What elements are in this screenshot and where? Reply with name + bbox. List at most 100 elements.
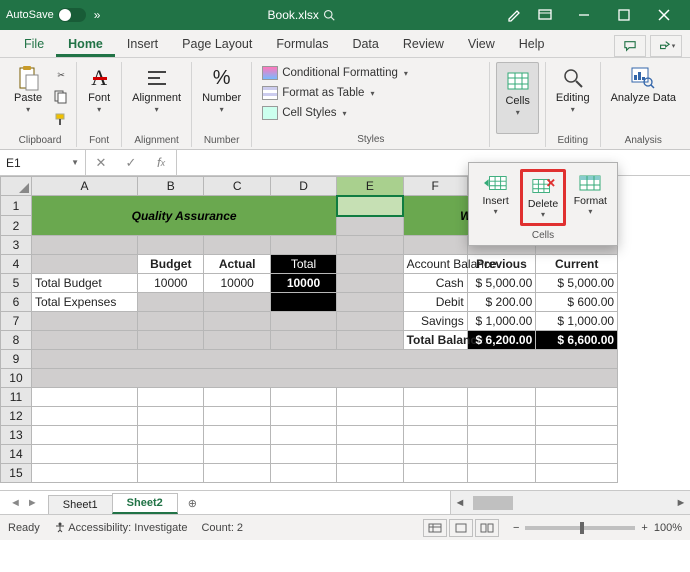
row-header-8[interactable]: 8	[1, 331, 32, 350]
tab-formulas[interactable]: Formulas	[264, 32, 340, 57]
cell-B3[interactable]	[138, 236, 204, 255]
h-scrollbar[interactable]: ◄ ►	[450, 491, 690, 514]
col-header-F[interactable]: F	[403, 177, 467, 196]
cell-C3[interactable]	[204, 236, 270, 255]
search-icon[interactable]	[323, 9, 335, 21]
cell-I5[interactable]: $ 5,000.00	[536, 274, 618, 293]
cell-E7[interactable]	[337, 312, 403, 331]
cell-F5[interactable]: Cash	[403, 274, 467, 293]
cell-styles-button[interactable]: Cell Styles▾	[258, 104, 412, 122]
row-header-9[interactable]: 9	[1, 350, 32, 369]
cancel-formula-icon[interactable]: ✕	[86, 155, 116, 171]
cell-D4[interactable]: Total	[270, 255, 336, 274]
row-header-5[interactable]: 5	[1, 274, 32, 293]
alignment-button[interactable]: Alignment ▾	[128, 62, 185, 134]
cell-A8[interactable]	[31, 331, 137, 350]
cell-F3[interactable]	[403, 236, 467, 255]
col-header-E[interactable]: E	[337, 177, 403, 196]
cell-D5[interactable]: 10000	[270, 274, 336, 293]
tab-review[interactable]: Review	[391, 32, 456, 57]
autosave-switch[interactable]	[58, 8, 86, 22]
cell-H5[interactable]: $ 5,000.00	[467, 274, 536, 293]
col-header-D[interactable]: D	[270, 177, 336, 196]
cell-H4[interactable]: Previous	[467, 255, 536, 274]
cell-A4[interactable]	[31, 255, 137, 274]
maximize-button[interactable]	[604, 0, 644, 30]
col-header-A[interactable]: A	[31, 177, 137, 196]
cell-A5[interactable]: Total Budget	[31, 274, 137, 293]
autosave-toggle[interactable]: AutoSave	[6, 8, 86, 22]
cell-I7[interactable]: $ 1,000.00	[536, 312, 618, 331]
cell-E2[interactable]	[337, 216, 403, 236]
minimize-button[interactable]	[564, 0, 604, 30]
font-button[interactable]: A Font ▾	[83, 62, 115, 134]
row-header-6[interactable]: 6	[1, 293, 32, 312]
tab-view[interactable]: View	[456, 32, 507, 57]
cell-F8[interactable]: Total Balance:	[403, 331, 467, 350]
select-all[interactable]	[1, 177, 32, 196]
format-painter-icon[interactable]	[52, 110, 70, 128]
row-header-1[interactable]: 1	[1, 196, 32, 216]
sheet-tab-2[interactable]: Sheet2	[112, 493, 178, 514]
tab-data[interactable]: Data	[340, 32, 390, 57]
view-normal-icon[interactable]	[423, 519, 447, 537]
row-header-7[interactable]: 7	[1, 312, 32, 331]
view-pagelayout-icon[interactable]	[449, 519, 473, 537]
accessibility-status[interactable]: Accessibility: Investigate	[54, 521, 188, 534]
row-header-11[interactable]: 11	[1, 388, 32, 407]
cell-C7[interactable]	[204, 312, 270, 331]
cell-E1[interactable]	[337, 196, 403, 216]
cell-A6[interactable]: Total Expenses	[31, 293, 137, 312]
cell-D6[interactable]	[270, 293, 336, 312]
scroll-thumb[interactable]	[473, 496, 513, 510]
cell-E4[interactable]	[337, 255, 403, 274]
cell-D7[interactable]	[270, 312, 336, 331]
cut-icon[interactable]: ✂	[52, 66, 70, 84]
qat-overflow[interactable]: »	[94, 8, 101, 22]
tab-home[interactable]: Home	[56, 32, 115, 57]
share-button[interactable]: ▾	[650, 35, 682, 57]
close-button[interactable]	[644, 0, 684, 30]
cell-C5[interactable]: 10000	[204, 274, 270, 293]
row-header-15[interactable]: 15	[1, 464, 32, 483]
cell-F4[interactable]: Account Balance	[403, 255, 467, 274]
cell-B7[interactable]	[138, 312, 204, 331]
editing-button[interactable]: Editing ▾	[552, 62, 594, 134]
cell-I8[interactable]: $ 6,600.00	[536, 331, 618, 350]
cell-A7[interactable]	[31, 312, 137, 331]
analyze-data-button[interactable]: Analyze Data	[607, 62, 680, 134]
zoom-slider[interactable]	[525, 526, 635, 530]
col-header-B[interactable]: B	[138, 177, 204, 196]
cell-B4[interactable]: Budget	[138, 255, 204, 274]
row-10[interactable]	[31, 369, 617, 388]
zoom-value[interactable]: 100%	[654, 522, 682, 534]
cell-C6[interactable]	[204, 293, 270, 312]
sheet-nav-next[interactable]: ►	[27, 497, 38, 509]
number-button[interactable]: % Number ▾	[198, 62, 245, 134]
cell-I4[interactable]: Current	[536, 255, 618, 274]
row-header-10[interactable]: 10	[1, 369, 32, 388]
cell-E8[interactable]	[337, 331, 403, 350]
cell-B6[interactable]	[138, 293, 204, 312]
fx-icon[interactable]: fx	[146, 155, 176, 170]
tab-pagelayout[interactable]: Page Layout	[170, 32, 264, 57]
col-header-C[interactable]: C	[204, 177, 270, 196]
zoom-out-button[interactable]: −	[513, 522, 519, 534]
insert-cells-button[interactable]: Insert ▾	[473, 169, 518, 226]
row-header-12[interactable]: 12	[1, 407, 32, 426]
cell-C8[interactable]	[204, 331, 270, 350]
scroll-left-icon[interactable]: ◄	[451, 497, 469, 509]
cell-E6[interactable]	[337, 293, 403, 312]
pen-icon[interactable]	[502, 7, 528, 23]
paste-button[interactable]: Paste ▾	[10, 62, 46, 134]
cell-I6[interactable]: $ 600.00	[536, 293, 618, 312]
add-sheet-button[interactable]: ⊕	[177, 493, 208, 514]
zoom-in-button[interactable]: +	[641, 522, 647, 534]
conditional-formatting-button[interactable]: Conditional Formatting▾	[258, 64, 412, 82]
cells-button[interactable]: Cells ▾	[496, 62, 538, 134]
cell-D3[interactable]	[270, 236, 336, 255]
row-header-3[interactable]: 3	[1, 236, 32, 255]
row-header-4[interactable]: 4	[1, 255, 32, 274]
tab-file[interactable]: File	[12, 32, 56, 57]
cell-B5[interactable]: 10000	[138, 274, 204, 293]
